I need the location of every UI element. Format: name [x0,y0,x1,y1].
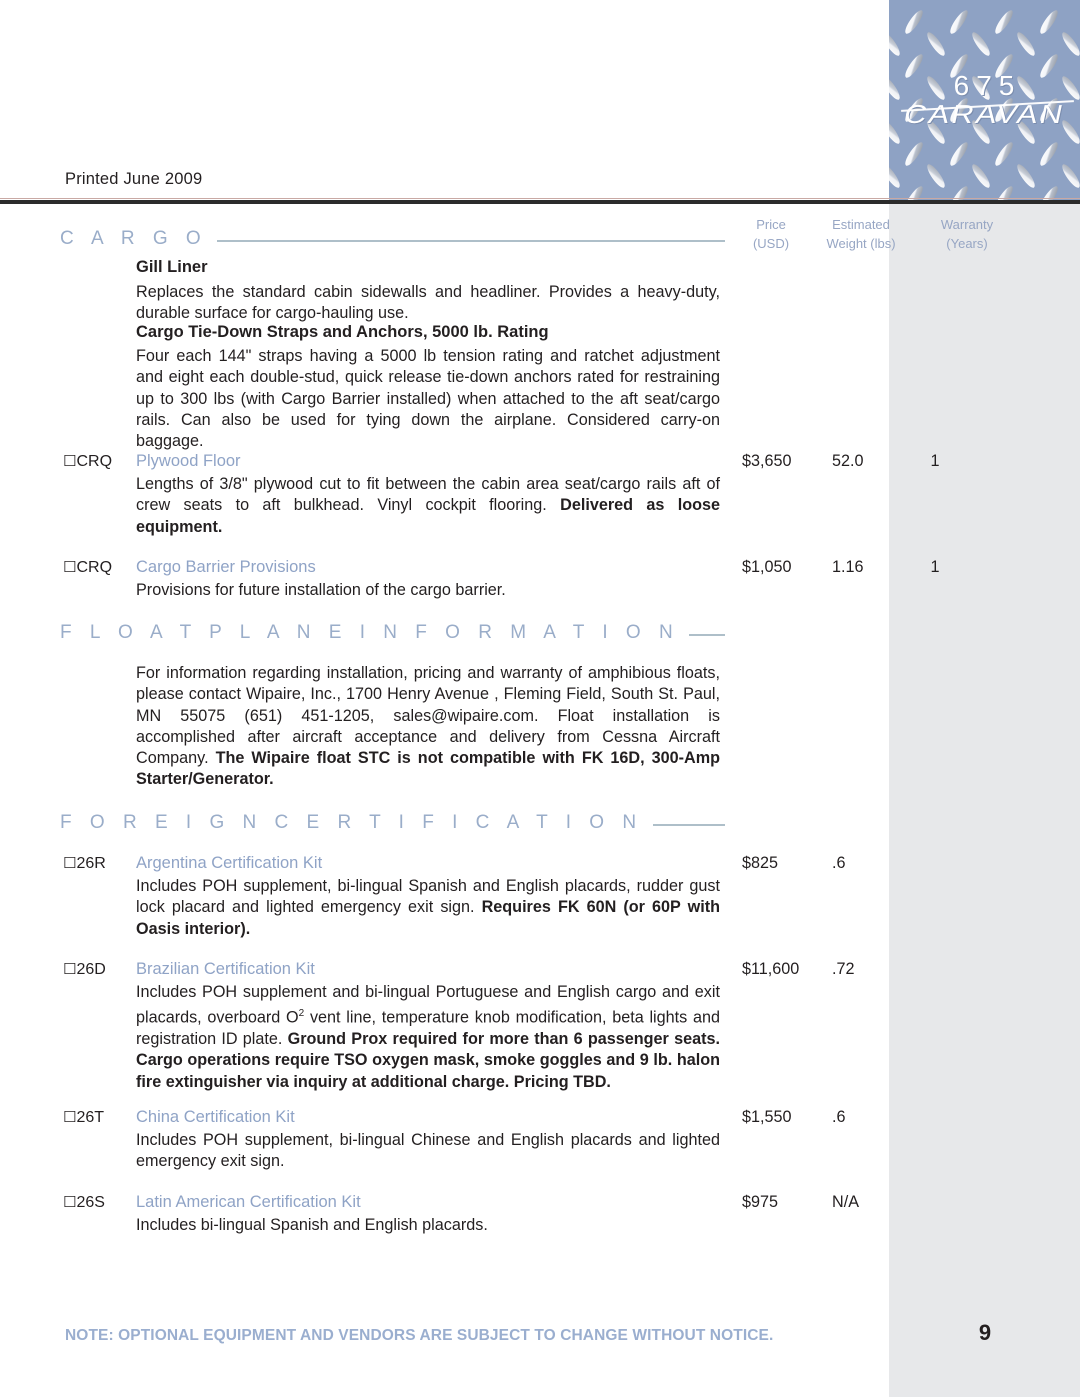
checkbox-icon[interactable]: ☐ [63,452,76,470]
header-hairline [0,198,1080,199]
option-code-brazil[interactable]: ☐26D [63,960,106,979]
section-heading-foreign-certification: F O R E I G N C E R T I F I C A T I O N [60,812,725,834]
item-weight-plywood-floor: 52.0 [832,452,864,470]
checkbox-icon[interactable]: ☐ [63,1108,76,1126]
item-warranty-cargo-barrier: 1 [930,558,940,576]
section-title-cargo: C A R G O [60,228,208,249]
checkbox-icon[interactable]: ☐ [63,960,76,978]
item-title-latin-america: Latin American Certification Kit [136,1193,361,1211]
option-code-plywood-floor[interactable]: ☐CRQ [63,452,112,471]
item-desc-brazil: Includes POH supplement and bi-lingual P… [136,983,720,1091]
checkbox-icon[interactable]: ☐ [63,558,76,576]
header-rule [0,200,1080,204]
item-title-china: China Certification Kit [136,1108,295,1126]
section-rule-floatplane [689,634,725,636]
item-weight-brazil: .72 [832,960,855,978]
option-code-cargo-barrier[interactable]: ☐CRQ [63,558,112,577]
section-heading-floatplane: F L O A T P L A N E I N F O R M A T I O … [60,622,725,644]
section-rule-cargo [217,240,725,242]
brand-header-band: 675 CARAVAN [889,0,1080,202]
section-title-floatplane: F L O A T P L A N E I N F O R M A T I O … [60,622,680,643]
section-heading-cargo: C A R G O [60,228,725,250]
item-title-cargo-tie-down: Cargo Tie-Down Straps and Anchors, 5000 … [136,323,549,341]
item-title-gill-liner: Gill Liner [136,258,208,276]
section-title-foreign-certification: F O R E I G N C E R T I F I C A T I O N [60,812,643,833]
item-weight-china: .6 [832,1108,846,1126]
option-code-argentina[interactable]: ☐26R [63,854,106,873]
item-desc-plywood-floor: Lengths of 3/8" plywood cut to fit betwe… [136,475,720,536]
checkbox-icon[interactable]: ☐ [63,854,76,872]
item-title-brazil: Brazilian Certification Kit [136,960,315,978]
item-price-china: $1,550 [742,1108,792,1126]
page-number: 9 [978,1320,992,1345]
item-weight-cargo-barrier: 1.16 [832,558,864,576]
item-desc-latin-america: Includes bi-lingual Spanish and English … [136,1216,488,1234]
item-weight-argentina: .6 [832,854,846,872]
column-header-price: Price (USD) [752,217,790,251]
item-desc-cargo-barrier: Provisions for future installation of th… [136,581,506,599]
section-rule-foreign-certification [652,824,725,826]
option-code-china[interactable]: ☐26T [63,1108,104,1127]
item-price-brazil: $11,600 [742,960,800,978]
footer-notice: NOTE: OPTIONAL EQUIPMENT AND VENDORS ARE… [65,1327,774,1344]
warranty-column-background [889,203,1080,1397]
item-title-cargo-barrier: Cargo Barrier Provisions [136,558,316,576]
item-warranty-plywood-floor: 1 [930,452,940,470]
item-desc-floatplane: For information regarding installation, … [136,664,720,789]
option-code-latin-america[interactable]: ☐26S [63,1193,105,1212]
item-price-latin-america: $975 [742,1193,779,1211]
item-title-plywood-floor: Plywood Floor [136,452,241,470]
column-header-weight: Estimated Weight (lbs) [826,217,896,251]
item-desc-gill-liner: Replaces the standard cabin sidewalls an… [136,283,720,323]
item-price-argentina: $825 [742,854,779,872]
printed-date: Printed June 2009 [65,170,203,188]
item-desc-argentina: Includes POH supplement, bi-lingual Span… [136,877,720,938]
item-title-argentina: Argentina Certification Kit [136,854,323,872]
checkbox-icon[interactable]: ☐ [63,1193,76,1211]
item-desc-cargo-tie-down: Four each 144" straps having a 5000 lb t… [136,347,720,451]
item-weight-latin-america: N/A [832,1193,859,1211]
item-price-plywood-floor: $3,650 [742,452,792,470]
item-price-cargo-barrier: $1,050 [742,558,792,576]
column-header-warranty: Warranty (Years) [940,217,994,251]
item-desc-china: Includes POH supplement, bi-lingual Chin… [136,1131,720,1171]
